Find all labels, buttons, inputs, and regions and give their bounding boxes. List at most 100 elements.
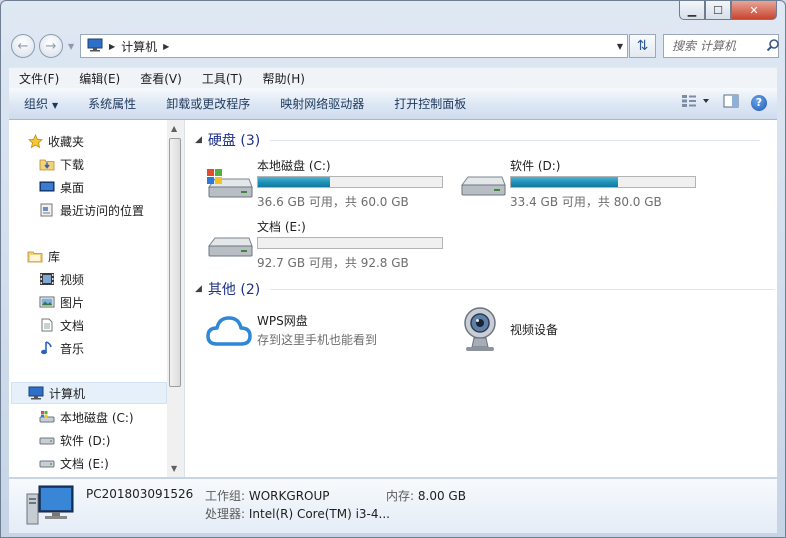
drive-e-name: 文档 (E:) <box>257 220 306 234</box>
group-hard-disks[interactable]: ◢ 硬盘 (3) <box>195 130 761 150</box>
nav-pictures-label: 图片 <box>60 295 85 310</box>
hard-drive-icon <box>458 163 506 203</box>
group-others-label: 其他 (2) <box>207 282 261 298</box>
video-device-name: 视频设备 <box>510 323 559 337</box>
menu-help[interactable]: 帮助(H) <box>253 70 315 87</box>
computer-large-icon <box>25 484 75 531</box>
group-hard-disks-label: 硬盘 (3) <box>207 133 261 149</box>
scroll-thumb[interactable] <box>169 138 181 387</box>
refresh-button[interactable]: ⇅ <box>629 34 656 58</box>
wps-cloud-tile[interactable]: WPS网盘 存到这里手机也能看到 <box>205 312 445 366</box>
nav-drive-c[interactable]: 本地磁盘 (C:) <box>39 406 167 428</box>
webcam-icon <box>458 305 506 351</box>
main-area: 收藏夹 下载 桌面 最近访问的位置 库 视频 图片 文档 音乐 计算机 本地磁盘… <box>9 120 777 477</box>
workgroup-row: 工作组: WORKGROUP <box>205 487 330 504</box>
back-button[interactable]: ← <box>11 34 35 58</box>
drive-tile-e[interactable]: 文档 (E:) 92.7 GB 可用，共 92.8 GB <box>205 218 445 272</box>
cpu-row: 处理器: Intel(R) Core(TM) i3-4... <box>205 505 390 522</box>
breadcrumb-separator-icon[interactable]: ▶ <box>109 42 115 51</box>
breadcrumb-computer[interactable]: 计算机 <box>121 38 157 55</box>
system-properties-button[interactable]: 系统属性 <box>73 95 151 112</box>
group-divider <box>270 139 761 141</box>
drive-d-name: 软件 (D:) <box>510 159 561 173</box>
map-network-drive-button[interactable]: 映射网络驱动器 <box>265 95 379 112</box>
drive-d-usage-bar <box>510 176 696 188</box>
nav-drive-d[interactable]: 软件 (D:) <box>39 429 167 451</box>
organize-button[interactable]: 组织 ▼ <box>9 95 73 112</box>
arrow-right-icon: → <box>45 38 57 54</box>
preview-pane-button[interactable] <box>723 94 739 111</box>
memory-value: 8.00 GB <box>417 489 466 503</box>
music-note-icon <box>39 340 55 356</box>
nav-recent-places[interactable]: 最近访问的位置 <box>39 199 167 221</box>
menu-tools[interactable]: 工具(T) <box>192 70 253 87</box>
search-input[interactable] <box>670 38 766 54</box>
command-bar: 组织 ▼ 系统属性 卸载或更改程序 映射网络驱动器 打开控制面板 ? <box>9 88 777 120</box>
nav-music-label: 音乐 <box>60 341 85 356</box>
close-button[interactable]: ✕ <box>731 1 777 20</box>
nav-documents-label: 文档 <box>60 318 85 333</box>
drive-c-usage-bar <box>257 176 443 188</box>
navigation-scrollbar[interactable]: ▲ ▼ <box>167 120 184 477</box>
picture-library-icon <box>39 294 55 310</box>
nav-drive-c-label: 本地磁盘 (C:) <box>60 410 134 425</box>
drive-d-free-space: 33.4 GB 可用，共 80.0 GB <box>510 195 662 209</box>
forward-button[interactable]: → <box>39 34 63 58</box>
nav-pictures[interactable]: 图片 <box>39 291 167 313</box>
drive-e-free-space: 92.7 GB 可用，共 92.8 GB <box>257 256 409 270</box>
collapse-arrow-icon[interactable]: ◢ <box>195 284 202 294</box>
nav-drive-e[interactable]: 文档 (E:) <box>39 452 167 474</box>
nav-videos[interactable]: 视频 <box>39 268 167 290</box>
help-button[interactable]: ? <box>751 94 767 111</box>
arrow-left-icon: ← <box>17 38 29 54</box>
wps-cloud-name: WPS网盘 <box>257 314 308 328</box>
explorer-window: ▁ ☐ ✕ ← → ▼ ▶ 计算机 ▶ ▼ ⇅ 搜索 计算机 文件(F) 编辑(… <box>0 0 786 538</box>
memory-row: 内存: 8.00 GB <box>386 487 466 504</box>
chevron-down-icon: ▼ <box>52 101 59 110</box>
view-options-button[interactable] <box>681 94 711 111</box>
nav-documents[interactable]: 文档 <box>39 314 167 336</box>
nav-desktop-label: 桌面 <box>60 180 85 195</box>
document-library-icon <box>39 317 55 333</box>
command-bar-right: ? <box>681 94 767 111</box>
maximize-button[interactable]: ☐ <box>705 1 731 20</box>
group-others[interactable]: ◢ 其他 (2) <box>195 279 776 299</box>
cpu-value: Intel(R) Core(TM) i3-4... <box>248 507 390 521</box>
video-device-tile[interactable]: 视频设备 <box>458 305 698 359</box>
nav-computer[interactable]: 计算机 <box>11 382 167 404</box>
navigation-pane: 收藏夹 下载 桌面 最近访问的位置 库 视频 图片 文档 音乐 计算机 本地磁盘… <box>9 120 185 477</box>
address-bar[interactable]: ▶ 计算机 ▶ ▼ <box>80 34 628 58</box>
search-icon[interactable] <box>766 38 780 55</box>
address-dropdown-icon[interactable]: ▼ <box>617 42 623 51</box>
scroll-up-icon[interactable]: ▲ <box>171 124 177 133</box>
scroll-down-icon[interactable]: ▼ <box>171 464 177 473</box>
workgroup-label: 工作组: <box>205 489 246 503</box>
search-box[interactable] <box>663 34 779 58</box>
nav-libraries[interactable]: 库 <box>27 245 167 267</box>
memory-label: 内存: <box>386 489 415 503</box>
content-pane: ◢ 硬盘 (3) 本地磁盘 (C:) 36.6 GB 可用，共 60.0 GB … <box>185 120 777 477</box>
nav-desktop[interactable]: 桌面 <box>39 176 167 198</box>
drive-c-name: 本地磁盘 (C:) <box>257 159 331 173</box>
nav-music[interactable]: 音乐 <box>39 337 167 359</box>
nav-downloads[interactable]: 下载 <box>39 153 167 175</box>
menu-view[interactable]: 查看(V) <box>130 70 192 87</box>
nav-drive-e-label: 文档 (E:) <box>60 456 109 471</box>
nav-libraries-label: 库 <box>48 249 61 264</box>
drive-tile-d[interactable]: 软件 (D:) 33.4 GB 可用，共 80.0 GB <box>458 157 698 211</box>
uninstall-program-button[interactable]: 卸载或更改程序 <box>151 95 265 112</box>
drive-tile-c[interactable]: 本地磁盘 (C:) 36.6 GB 可用，共 60.0 GB <box>205 157 445 211</box>
details-pane: PC201803091526 工作组: WORKGROUP 内存: 8.00 G… <box>9 478 777 533</box>
menu-edit[interactable]: 编辑(E) <box>69 70 130 87</box>
nav-favorites-label: 收藏夹 <box>48 134 85 149</box>
desktop-icon <box>39 179 55 195</box>
collapse-arrow-icon[interactable]: ◢ <box>195 135 202 145</box>
breadcrumb-separator-icon[interactable]: ▶ <box>163 42 169 51</box>
nav-favorites[interactable]: 收藏夹 <box>27 130 167 152</box>
menu-file[interactable]: 文件(F) <box>9 70 69 87</box>
history-dropdown-icon[interactable]: ▼ <box>68 42 74 51</box>
open-control-panel-button[interactable]: 打开控制面板 <box>379 95 481 112</box>
minimize-button[interactable]: ▁ <box>679 1 705 20</box>
hard-drive-icon <box>39 432 55 448</box>
recent-places-icon <box>39 202 55 218</box>
